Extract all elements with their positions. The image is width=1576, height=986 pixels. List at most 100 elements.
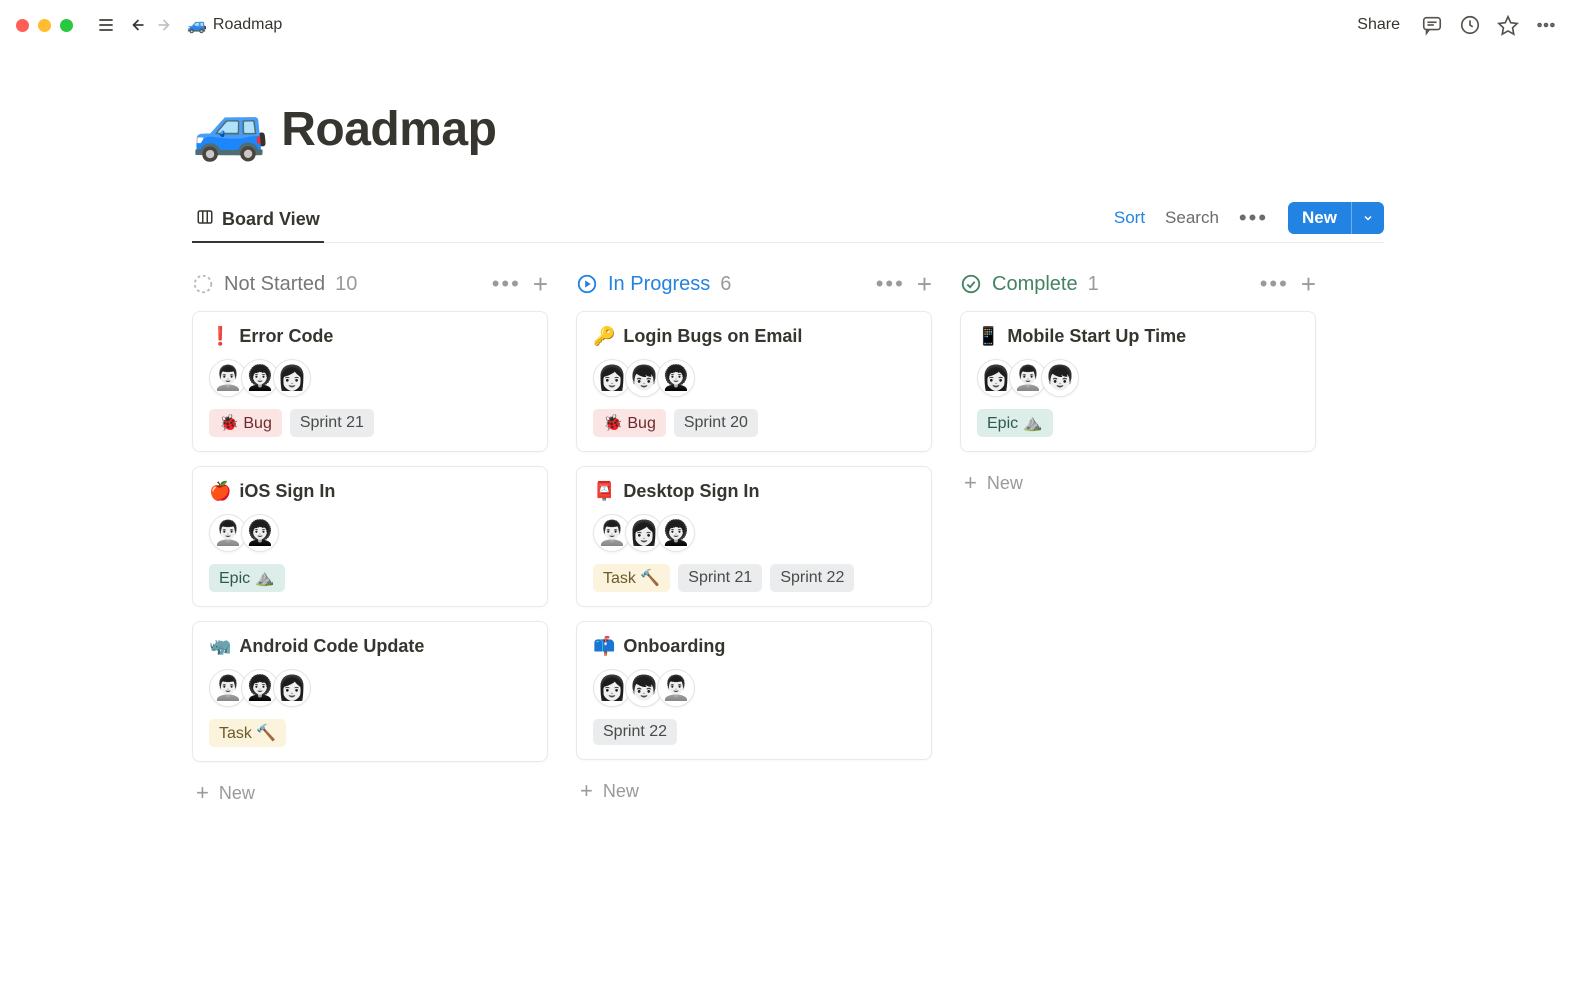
card-assignees: 👨‍🦱 👩‍🦱 👩 bbox=[209, 669, 531, 707]
board: Not Started 10 ••• + ❗ Error Code 👨‍🦱 👩‍… bbox=[192, 243, 1384, 810]
updates-icon[interactable] bbox=[1456, 11, 1484, 39]
card-assignees: 👩 👦 👨‍🦱 bbox=[593, 669, 915, 707]
column-more-icon[interactable]: ••• bbox=[492, 271, 521, 297]
column-more-icon[interactable]: ••• bbox=[1260, 271, 1289, 297]
tag-bug[interactable]: 🐞 Bug bbox=[209, 409, 282, 437]
add-card-label: New bbox=[603, 781, 639, 802]
add-card-button[interactable]: + New bbox=[576, 774, 932, 808]
avatar[interactable]: 👩‍🦱 bbox=[657, 359, 695, 397]
avatar[interactable]: 👦 bbox=[1041, 359, 1079, 397]
view-tab-board[interactable]: Board View bbox=[192, 200, 324, 243]
card-assignees: 👨‍🦱 👩 👩‍🦱 bbox=[593, 514, 915, 552]
card-icon: ❗ bbox=[209, 326, 231, 347]
card[interactable]: ❗ Error Code 👨‍🦱 👩‍🦱 👩 🐞 Bug Sprint 21 bbox=[192, 311, 548, 452]
card[interactable]: 🔑 Login Bugs on Email 👩 👦 👩‍🦱 🐞 Bug Spri… bbox=[576, 311, 932, 452]
card-icon: 🍎 bbox=[209, 481, 231, 502]
view-toolbar: Board View Sort Search ••• New bbox=[192, 200, 1384, 243]
column-name[interactable]: Complete bbox=[992, 273, 1078, 296]
status-complete-icon bbox=[960, 273, 982, 295]
tag-task[interactable]: Task 🔨 bbox=[593, 564, 670, 592]
add-card-button[interactable]: + New bbox=[192, 776, 548, 810]
tag-epic[interactable]: Epic ⛰️ bbox=[977, 409, 1053, 437]
add-card-button[interactable]: + New bbox=[960, 466, 1316, 500]
close-window-button[interactable] bbox=[16, 19, 29, 32]
column-complete: Complete 1 ••• + 📱 Mobile Start Up Time … bbox=[960, 271, 1316, 810]
card-title: iOS Sign In bbox=[239, 481, 335, 502]
avatar[interactable]: 👨‍🦱 bbox=[1009, 359, 1047, 397]
column-add-icon[interactable]: + bbox=[1301, 271, 1316, 297]
tag-sprint[interactable]: Sprint 22 bbox=[593, 719, 677, 745]
column-not-started: Not Started 10 ••• + ❗ Error Code 👨‍🦱 👩‍… bbox=[192, 271, 548, 810]
avatar[interactable]: 👩 bbox=[593, 359, 631, 397]
avatar[interactable]: 👨‍🦱 bbox=[209, 359, 247, 397]
column-header: Not Started 10 ••• + bbox=[192, 271, 548, 297]
tag-sprint[interactable]: Sprint 21 bbox=[290, 409, 374, 437]
avatar[interactable]: 👩‍🦱 bbox=[657, 514, 695, 552]
card[interactable]: 📮 Desktop Sign In 👨‍🦱 👩 👩‍🦱 Task 🔨 Sprin… bbox=[576, 466, 932, 607]
add-card-label: New bbox=[987, 473, 1023, 494]
plus-icon: + bbox=[196, 782, 209, 804]
tag-sprint[interactable]: Sprint 21 bbox=[678, 564, 762, 592]
tag-bug[interactable]: 🐞 Bug bbox=[593, 409, 666, 437]
column-name[interactable]: In Progress bbox=[608, 273, 710, 296]
tag-sprint[interactable]: Sprint 20 bbox=[674, 409, 758, 437]
tag-task[interactable]: Task 🔨 bbox=[209, 719, 286, 747]
card[interactable]: 📱 Mobile Start Up Time 👩 👨‍🦱 👦 Epic ⛰️ bbox=[960, 311, 1316, 452]
tag-epic[interactable]: Epic ⛰️ bbox=[209, 564, 285, 592]
column-count: 6 bbox=[720, 273, 731, 296]
column-name[interactable]: Not Started bbox=[224, 273, 325, 296]
column-header: In Progress 6 ••• + bbox=[576, 271, 932, 297]
menu-icon[interactable] bbox=[91, 10, 121, 40]
avatar[interactable]: 👩 bbox=[273, 359, 311, 397]
view-tab-label: Board View bbox=[222, 209, 320, 230]
avatar[interactable]: 👩‍🦱 bbox=[241, 514, 279, 552]
topbar: 🚙 Roadmap Share bbox=[0, 0, 1576, 50]
avatar[interactable]: 👨‍🦱 bbox=[209, 669, 247, 707]
comments-icon[interactable] bbox=[1418, 11, 1446, 39]
card-assignees: 👩 👨‍🦱 👦 bbox=[977, 359, 1299, 397]
avatar[interactable]: 👩 bbox=[625, 514, 663, 552]
avatar[interactable]: 👩 bbox=[977, 359, 1015, 397]
card-icon: 📮 bbox=[593, 481, 615, 502]
new-button-label[interactable]: New bbox=[1288, 202, 1351, 234]
status-in-progress-icon bbox=[576, 273, 598, 295]
new-button-chevron-icon[interactable] bbox=[1351, 202, 1384, 234]
new-button[interactable]: New bbox=[1288, 202, 1384, 234]
back-button[interactable] bbox=[121, 10, 151, 40]
avatar[interactable]: 👨‍🦱 bbox=[593, 514, 631, 552]
avatar[interactable]: 👩‍🦱 bbox=[241, 669, 279, 707]
more-icon[interactable] bbox=[1532, 11, 1560, 39]
avatar[interactable]: 👨‍🦱 bbox=[209, 514, 247, 552]
column-more-icon[interactable]: ••• bbox=[876, 271, 905, 297]
tag-sprint[interactable]: Sprint 22 bbox=[770, 564, 854, 592]
page-title[interactable]: Roadmap bbox=[281, 102, 496, 157]
add-card-label: New bbox=[219, 783, 255, 804]
card[interactable]: 📫 Onboarding 👩 👦 👨‍🦱 Sprint 22 bbox=[576, 621, 932, 760]
plus-icon: + bbox=[964, 472, 977, 494]
column-add-icon[interactable]: + bbox=[917, 271, 932, 297]
view-more-icon[interactable]: ••• bbox=[1239, 205, 1268, 231]
breadcrumb[interactable]: 🚙 Roadmap bbox=[187, 15, 282, 35]
avatar[interactable]: 👩 bbox=[593, 669, 631, 707]
card[interactable]: 🦏 Android Code Update 👨‍🦱 👩‍🦱 👩 Task 🔨 bbox=[192, 621, 548, 762]
maximize-window-button[interactable] bbox=[60, 19, 73, 32]
page-icon[interactable]: 🚙 bbox=[192, 98, 269, 160]
search-button[interactable]: Search bbox=[1165, 208, 1219, 228]
avatar[interactable]: 👩‍🦱 bbox=[241, 359, 279, 397]
favorite-icon[interactable] bbox=[1494, 11, 1522, 39]
card-assignees: 👩 👦 👩‍🦱 bbox=[593, 359, 915, 397]
forward-button[interactable] bbox=[151, 10, 181, 40]
avatar[interactable]: 👦 bbox=[625, 669, 663, 707]
column-count: 10 bbox=[335, 273, 357, 296]
card-icon: 📫 bbox=[593, 636, 615, 657]
card-icon: 📱 bbox=[977, 326, 999, 347]
column-add-icon[interactable]: + bbox=[533, 271, 548, 297]
minimize-window-button[interactable] bbox=[38, 19, 51, 32]
avatar[interactable]: 👨‍🦱 bbox=[657, 669, 695, 707]
sort-button[interactable]: Sort bbox=[1114, 208, 1145, 228]
share-button[interactable]: Share bbox=[1349, 16, 1408, 34]
card[interactable]: 🍎 iOS Sign In 👨‍🦱 👩‍🦱 Epic ⛰️ bbox=[192, 466, 548, 607]
avatar[interactable]: 👦 bbox=[625, 359, 663, 397]
column-in-progress: In Progress 6 ••• + 🔑 Login Bugs on Emai… bbox=[576, 271, 932, 810]
avatar[interactable]: 👩 bbox=[273, 669, 311, 707]
